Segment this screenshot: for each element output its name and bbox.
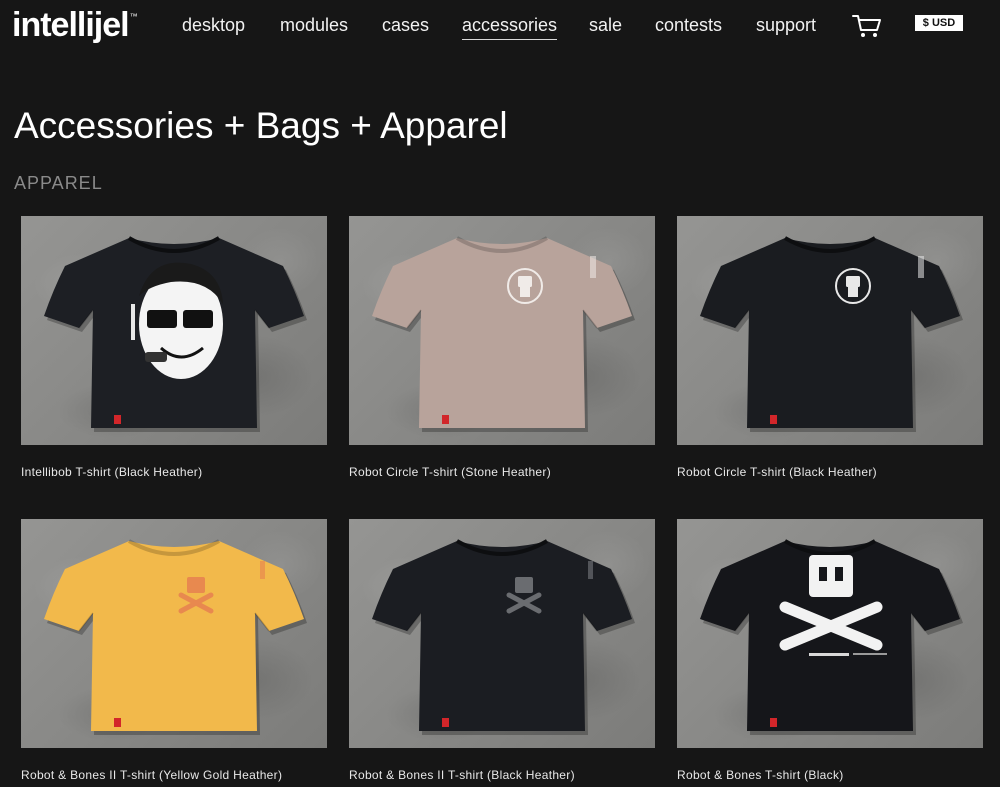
- product-name[interactable]: Robot Circle T-shirt (Black Heather): [677, 464, 877, 480]
- nav-item-sale[interactable]: sale: [589, 14, 622, 36]
- section-heading-apparel: APPAREL: [14, 173, 103, 193]
- currency-selector[interactable]: $ USD: [915, 15, 963, 31]
- tshirt-graphic: [700, 539, 963, 735]
- nav-item-contests[interactable]: contests: [655, 14, 722, 36]
- nav-item-support[interactable]: support: [756, 14, 816, 36]
- product-image[interactable]: [677, 519, 983, 748]
- tshirt-graphic: [700, 236, 963, 432]
- product-name[interactable]: Robot & Bones II T-shirt (Yellow Gold He…: [21, 767, 282, 783]
- tshirt-graphic: [44, 539, 307, 735]
- nav-item-desktop[interactable]: desktop: [182, 14, 245, 36]
- product-name[interactable]: Robot Circle T-shirt (Stone Heather): [349, 464, 551, 480]
- product-name[interactable]: Robot & Bones II T-shirt (Black Heather): [349, 767, 575, 783]
- nav-item-modules[interactable]: modules: [280, 14, 348, 36]
- tshirt-graphic: [372, 236, 635, 432]
- tshirt-graphic: [44, 236, 307, 432]
- product-image[interactable]: [349, 216, 655, 445]
- product-name[interactable]: Intellibob T-shirt (Black Heather): [21, 464, 202, 480]
- nav-item-cases[interactable]: cases: [382, 14, 429, 36]
- nav-item-accessories[interactable]: accessories: [462, 14, 558, 40]
- main-navigation: desktop modules cases accessories sale c…: [0, 14, 1000, 40]
- product-image[interactable]: [677, 216, 983, 445]
- product-image[interactable]: [349, 519, 655, 748]
- product-image[interactable]: [21, 216, 327, 445]
- site-header: intellijel ™ desktop modules cases acces…: [0, 0, 1000, 52]
- product-name[interactable]: Robot & Bones T-shirt (Black): [677, 767, 844, 783]
- page-title: Accessories + Bags + Apparel: [14, 105, 508, 146]
- cart-icon[interactable]: [852, 13, 882, 39]
- product-image[interactable]: [21, 519, 327, 748]
- tshirt-graphic: [372, 539, 635, 735]
